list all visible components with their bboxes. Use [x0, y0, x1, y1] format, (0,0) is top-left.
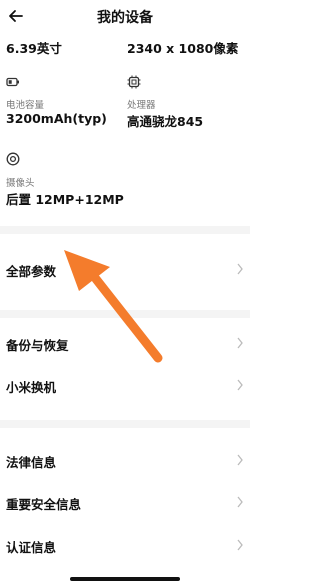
- menu-item-all-params[interactable]: 全部参数: [0, 249, 250, 289]
- menu-item-certification-info[interactable]: 认证信息: [0, 525, 250, 565]
- menu-item-mi-mover[interactable]: 小米换机: [0, 365, 250, 405]
- menu-item-label: 小米换机: [6, 380, 57, 395]
- section-divider: [0, 226, 250, 234]
- camera-icon: [6, 152, 20, 166]
- menu-item-label: 备份与恢复: [6, 338, 69, 353]
- resolution-value: 2340 x 1080像素: [127, 41, 239, 56]
- menu-item-safety-info[interactable]: 重要安全信息: [0, 482, 250, 522]
- menu-item-backup-restore[interactable]: 备份与恢复: [0, 323, 250, 363]
- camera-value: 后置 12MP+12MP: [6, 192, 124, 207]
- home-indicator[interactable]: [70, 577, 180, 581]
- processor-value: 高通骁龙845: [127, 114, 204, 129]
- chevron-right-icon: [237, 379, 243, 391]
- menu-item-label: 重要安全信息: [6, 497, 82, 512]
- page-title: 我的设备: [97, 10, 153, 26]
- chevron-right-icon: [237, 539, 243, 551]
- chevron-right-icon: [237, 496, 243, 508]
- section-divider: [0, 420, 250, 428]
- menu-item-label: 认证信息: [6, 540, 57, 555]
- battery-value: 3200mAh(typ): [6, 111, 107, 126]
- chip-icon: [127, 75, 141, 89]
- screen-size-value: 6.39英寸: [6, 41, 62, 56]
- chevron-right-icon: [237, 337, 243, 349]
- header: 我的设备: [0, 0, 250, 34]
- battery-icon: [6, 77, 19, 87]
- menu-item-label: 全部参数: [6, 264, 57, 279]
- chevron-right-icon: [237, 454, 243, 466]
- battery-label: 电池容量: [6, 100, 45, 111]
- camera-label: 摄像头: [6, 178, 35, 189]
- menu-item-legal-info[interactable]: 法律信息: [0, 440, 250, 480]
- chevron-right-icon: [237, 263, 243, 275]
- processor-label: 处理器: [127, 100, 156, 111]
- menu-item-label: 法律信息: [6, 455, 57, 470]
- section-divider: [0, 310, 250, 318]
